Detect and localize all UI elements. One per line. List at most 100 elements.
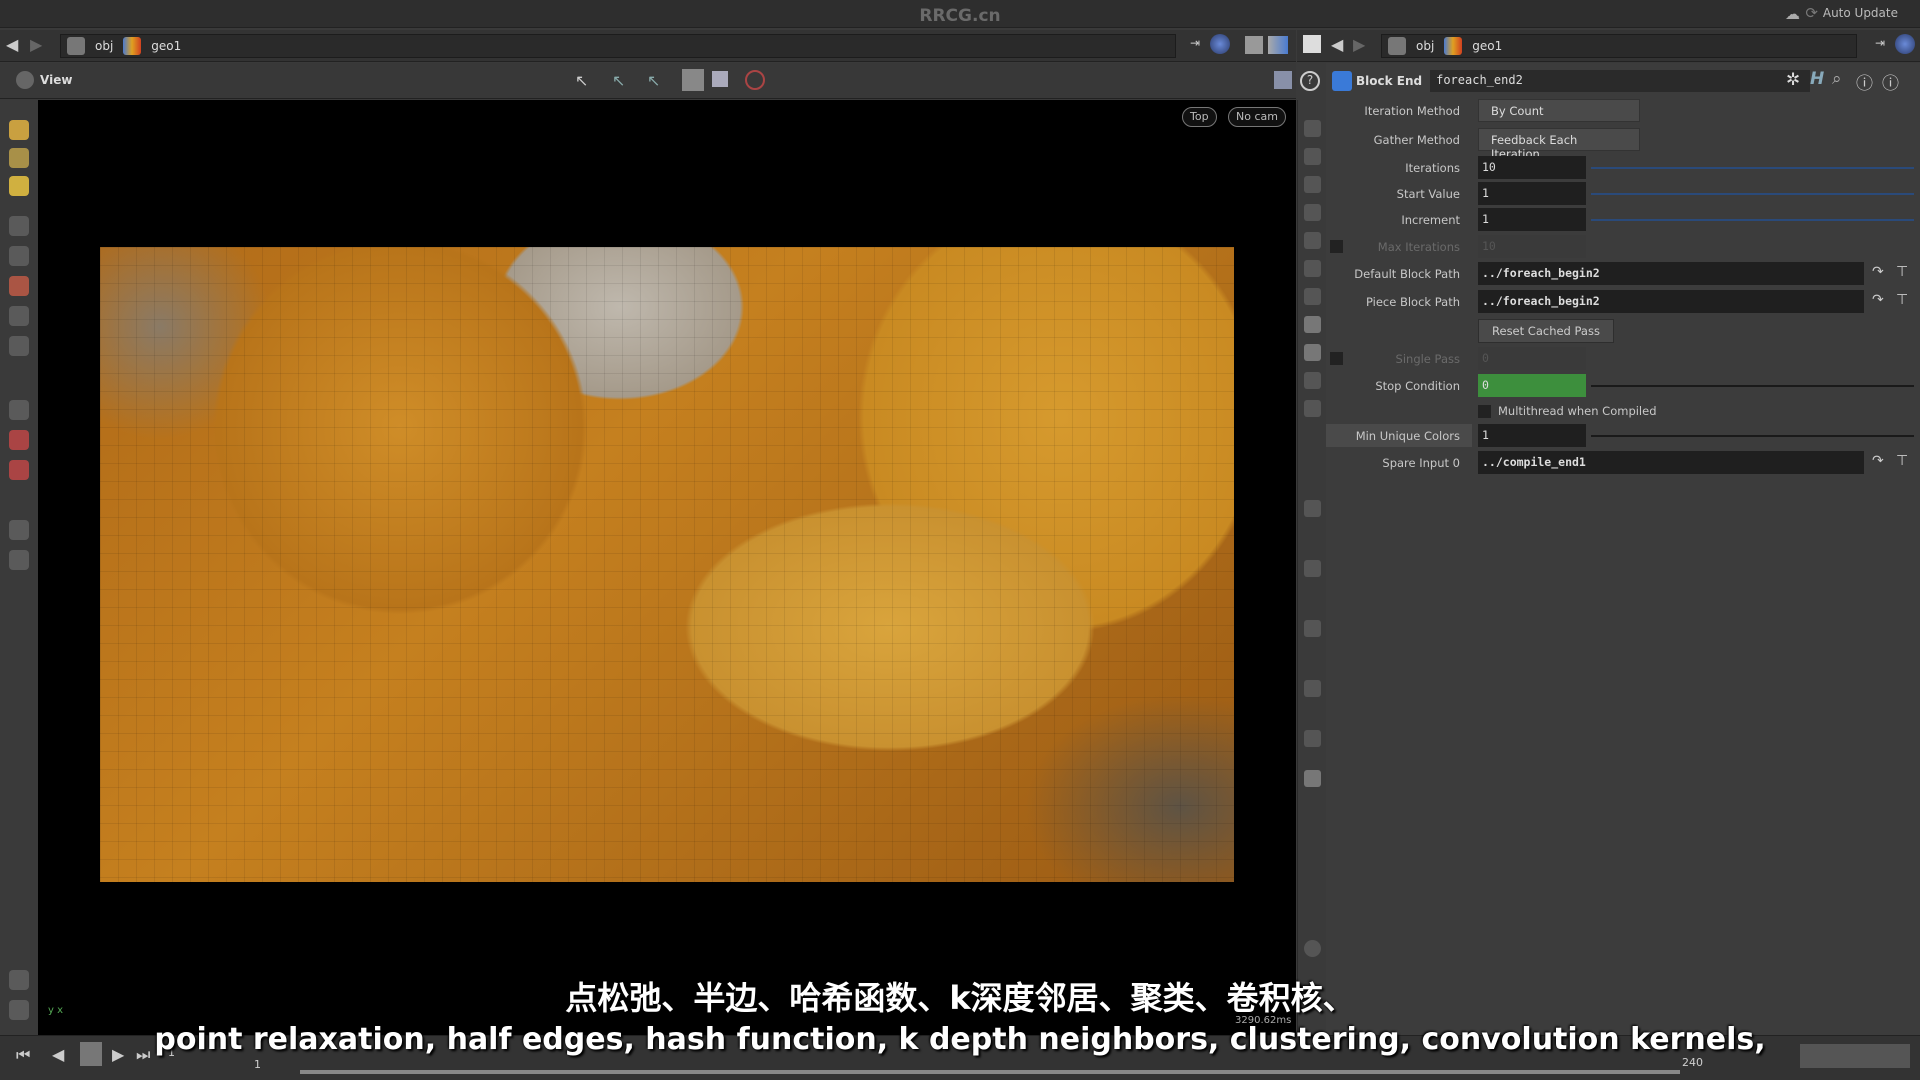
pin-icon[interactable]: ⇥	[1190, 36, 1200, 50]
numbers-icon[interactable]	[1304, 560, 1321, 577]
help-icon[interactable]: ?	[1300, 71, 1320, 91]
default-block-path-field[interactable]: ../foreach_begin2	[1478, 262, 1864, 285]
info-icon[interactable]	[1304, 940, 1321, 957]
magnet-icon[interactable]	[9, 460, 29, 480]
min-unique-colors-slider[interactable]	[1591, 435, 1914, 437]
node-name-field[interactable]: foreach_end2	[1430, 70, 1811, 92]
light-icon[interactable]	[1304, 288, 1321, 305]
camera-menu-button[interactable]: No cam	[1228, 107, 1286, 127]
gather-method-select[interactable]: Feedback Each Iteration	[1478, 128, 1640, 161]
ghost-icon[interactable]	[1304, 204, 1321, 221]
scale-icon[interactable]	[9, 306, 29, 326]
houdini-help-icon[interactable]: H	[1810, 69, 1824, 89]
back-arrow-icon[interactable]: ◀	[6, 35, 18, 54]
back-arrow-icon[interactable]: ◀	[1331, 35, 1343, 54]
iteration-method-select[interactable]: By Count	[1478, 99, 1640, 122]
reset-cached-pass-button[interactable]: Reset Cached Pass	[1478, 319, 1614, 343]
visibility-icon[interactable]	[1304, 400, 1321, 417]
gear-icon[interactable]: ✲	[1786, 70, 1800, 90]
visibility-icon[interactable]	[1304, 372, 1321, 389]
shading-icon[interactable]	[1304, 316, 1321, 333]
view-top-button[interactable]: Top	[1182, 107, 1217, 127]
param-spare-input0: Spare Input 0 ../compile_end1 ↷ ⊤	[1326, 451, 1920, 475]
white-square-icon[interactable]	[1303, 35, 1321, 53]
jump-icon[interactable]: ↷	[1872, 453, 1884, 469]
brain-icon[interactable]: ☁	[1785, 5, 1800, 23]
node-header: Block End foreach_end2 ✲ H ⌕ ⓘ ⓘ	[1326, 66, 1920, 96]
pin-icon[interactable]: ⇥	[1875, 36, 1885, 50]
tool-icon[interactable]	[9, 148, 29, 168]
display-icon[interactable]	[1304, 120, 1321, 137]
crumb-obj[interactable]: obj	[1416, 39, 1434, 53]
shading-icon[interactable]	[1304, 344, 1321, 361]
stop-icon[interactable]	[745, 70, 765, 90]
link-icon[interactable]	[1210, 34, 1230, 54]
select-tool-icon[interactable]: ↖	[575, 71, 588, 90]
select-mode-icon[interactable]: ↖	[647, 71, 660, 90]
piece-block-path-field[interactable]: ../foreach_begin2	[1478, 290, 1864, 313]
points-icon[interactable]	[1304, 680, 1321, 697]
refresh-icon[interactable]: ⟳	[1805, 4, 1818, 22]
node-chooser-icon[interactable]: ⊤	[1896, 292, 1908, 308]
light-icon[interactable]	[1304, 260, 1321, 277]
shapes-icon[interactable]	[1268, 36, 1288, 54]
link-icon[interactable]	[1895, 34, 1915, 54]
tool-icon[interactable]	[9, 176, 29, 196]
node-chooser-icon[interactable]: ⊤	[1896, 453, 1908, 469]
label: Min Unique Colors	[1355, 429, 1460, 443]
auto-update-select[interactable]: Auto Update	[1823, 6, 1898, 20]
rotate-icon[interactable]	[9, 276, 29, 296]
handle-icon[interactable]	[9, 336, 29, 356]
subtitle-zh: 点松弛、半边、哈希函数、k深度邻居、聚类、卷积核、	[565, 979, 1355, 1017]
node-chooser-icon[interactable]: ⊤	[1896, 264, 1908, 280]
cam-icon[interactable]	[9, 520, 29, 540]
timeline-slider[interactable]	[300, 1070, 1680, 1074]
info-icon[interactable]: ⓘ	[1856, 69, 1873, 94]
max-iterations-toggle[interactable]	[1330, 240, 1343, 253]
single-pass-toggle[interactable]	[1330, 352, 1343, 365]
forward-arrow-icon[interactable]: ▶	[30, 35, 42, 54]
multithread-checkbox[interactable]	[1478, 405, 1491, 418]
display-icon[interactable]	[1304, 148, 1321, 165]
help-icon[interactable]: ⓘ	[1882, 69, 1899, 94]
light-icon[interactable]	[9, 550, 29, 570]
normals-icon[interactable]	[1304, 500, 1321, 517]
select-edge-icon[interactable]: ↖	[612, 71, 625, 90]
jump-icon[interactable]: ↷	[1872, 292, 1884, 308]
forward-arrow-icon[interactable]: ▶	[1353, 35, 1365, 54]
magnet-icon[interactable]	[9, 430, 29, 450]
increment-field[interactable]: 1	[1478, 208, 1586, 231]
move-icon[interactable]	[9, 246, 29, 266]
text-icon[interactable]	[1304, 730, 1321, 747]
cube-icon[interactable]	[1245, 36, 1263, 54]
view-menu[interactable]: View	[40, 73, 72, 87]
iterations-field[interactable]: 10	[1478, 156, 1586, 179]
background-icon[interactable]	[1304, 770, 1321, 787]
param-single-pass: Single Pass 0	[1326, 347, 1920, 371]
param-start-value: Start Value 1	[1326, 182, 1920, 206]
lock-icon[interactable]	[1304, 176, 1321, 193]
crumb-obj[interactable]: obj	[95, 39, 113, 53]
increment-slider[interactable]	[1591, 219, 1914, 221]
camera-icon[interactable]	[16, 71, 34, 89]
jump-icon[interactable]: ↷	[1872, 264, 1884, 280]
start-value-field[interactable]: 1	[1478, 182, 1586, 205]
stop-condition-slider[interactable]	[1591, 385, 1914, 387]
crumb-geo1[interactable]: geo1	[1472, 39, 1502, 53]
label: Max Iterations	[1377, 240, 1460, 254]
tool-icon[interactable]	[9, 120, 29, 140]
iterations-slider[interactable]	[1591, 167, 1914, 169]
vector-icon[interactable]	[1304, 620, 1321, 637]
search-icon[interactable]: ⌕	[1832, 69, 1842, 89]
select-icon[interactable]	[9, 216, 29, 236]
pose-icon[interactable]	[9, 400, 29, 420]
stop-condition-field[interactable]: 0	[1478, 374, 1586, 397]
start-value-slider[interactable]	[1591, 193, 1914, 195]
light-icon[interactable]	[1304, 232, 1321, 249]
crumb-geo1[interactable]: geo1	[151, 39, 181, 53]
spare-input0-field[interactable]: ../compile_end1	[1478, 451, 1864, 474]
min-unique-colors-field[interactable]: 1	[1478, 424, 1586, 447]
display-options-icon[interactable]	[1274, 71, 1292, 89]
display-toggle-icon[interactable]	[682, 69, 704, 91]
snap-icon[interactable]	[712, 71, 728, 87]
